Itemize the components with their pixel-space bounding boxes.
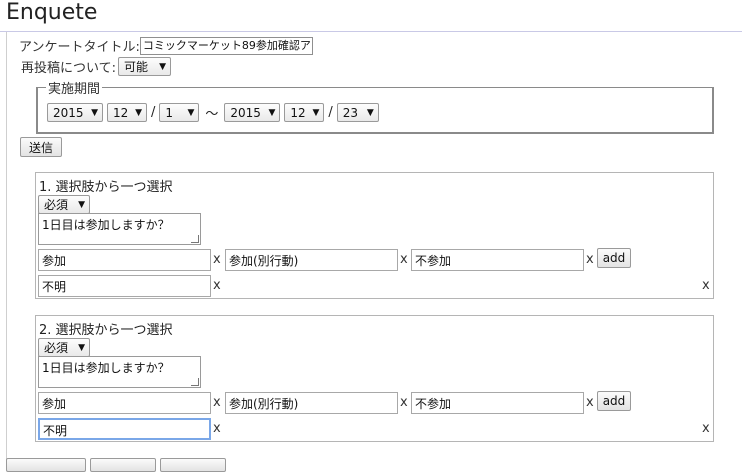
- option-input[interactable]: 参加(別行動): [225, 392, 398, 414]
- remove-option-button[interactable]: x: [213, 421, 221, 436]
- remove-option-button[interactable]: x: [213, 278, 221, 293]
- chevron-down-icon: ▼: [187, 107, 195, 118]
- survey-title-input[interactable]: コミックマーケット89参加確認ア: [139, 36, 313, 55]
- remove-option-button[interactable]: x: [400, 395, 408, 410]
- add-option-button[interactable]: add: [597, 391, 631, 411]
- resize-grip-icon[interactable]: [191, 378, 199, 386]
- option-input-focused[interactable]: 不明: [38, 418, 211, 440]
- resize-grip-icon[interactable]: [191, 235, 199, 243]
- remove-question-button[interactable]: x: [702, 278, 710, 293]
- period-row: 2015 ▼ 12 ▼ / 1 ▼ ～ 2015 ▼ 12 ▼ / 23 ▼: [47, 103, 379, 122]
- app-title: Enquete: [6, 0, 98, 25]
- option-input[interactable]: 参加: [38, 249, 211, 271]
- required-select[interactable]: 必須 ▼: [38, 195, 90, 214]
- question-textarea[interactable]: 1日目は参加しますか？: [38, 356, 201, 388]
- end-year-select[interactable]: 2015 ▼: [224, 103, 281, 122]
- option-input[interactable]: 不明: [38, 275, 211, 297]
- app-header: Enquete: [0, 0, 742, 32]
- repost-label: 再投稿について:: [21, 61, 116, 76]
- chevron-down-icon: ▼: [268, 107, 276, 118]
- option-input[interactable]: 参加(別行動): [225, 249, 398, 271]
- left-divider: [6, 32, 7, 464]
- survey-title-row: アンケートタイトル: コミックマーケット89参加確認ア: [19, 36, 313, 55]
- required-select[interactable]: 必須 ▼: [38, 338, 90, 357]
- chevron-down-icon: ▼: [159, 61, 166, 72]
- repost-select[interactable]: 可能 ▼: [118, 57, 171, 76]
- repost-row: 再投稿について: 可能 ▼: [21, 57, 171, 76]
- survey-title-label: アンケートタイトル:: [19, 40, 140, 55]
- question-card-1: 1. 選択肢から一つ選択 必須 ▼ 1日目は参加しますか？ 参加 x 参加(別行動…: [35, 172, 714, 299]
- question-card-2: 2. 選択肢から一つ選択 必須 ▼ 1日目は参加しますか？ 参加 x 参加(別行動…: [35, 315, 714, 442]
- remove-option-button[interactable]: x: [586, 252, 594, 267]
- end-month-select[interactable]: 12 ▼: [284, 103, 325, 122]
- remove-option-button[interactable]: x: [400, 252, 408, 267]
- bottom-button-1[interactable]: [6, 458, 86, 472]
- submit-button[interactable]: 送信: [20, 137, 62, 157]
- remove-question-button[interactable]: x: [702, 421, 710, 436]
- option-input[interactable]: 参加: [38, 392, 211, 414]
- bottom-button-2[interactable]: [90, 458, 156, 472]
- end-day-select[interactable]: 23 ▼: [336, 103, 379, 122]
- chevron-down-icon: ▼: [78, 199, 85, 210]
- range-tilde: ～: [205, 107, 219, 122]
- remove-option-button[interactable]: x: [586, 395, 594, 410]
- bottom-button-3[interactable]: [160, 458, 226, 472]
- period-legend: 実施期間: [48, 82, 101, 97]
- chevron-down-icon: ▼: [78, 342, 85, 353]
- option-input[interactable]: 不参加: [411, 392, 584, 414]
- chevron-down-icon: ▼: [312, 107, 320, 118]
- chevron-down-icon: ▼: [91, 107, 98, 118]
- bottom-toolbar: [6, 458, 226, 472]
- date-separator: /: [151, 105, 156, 120]
- date-separator: /: [328, 105, 333, 120]
- question-title: 2. 選択肢から一つ選択: [39, 323, 173, 338]
- question-textarea[interactable]: 1日目は参加しますか？: [38, 213, 201, 245]
- remove-option-button[interactable]: x: [213, 395, 221, 410]
- remove-option-button[interactable]: x: [213, 252, 221, 267]
- question-title: 1. 選択肢から一つ選択: [39, 180, 173, 195]
- chevron-down-icon: ▼: [135, 107, 142, 118]
- option-input[interactable]: 不参加: [411, 249, 584, 271]
- add-option-button[interactable]: add: [597, 248, 631, 268]
- start-day-select[interactable]: 1 ▼: [159, 103, 200, 122]
- start-year-select[interactable]: 2015 ▼: [47, 103, 103, 122]
- chevron-down-icon: ▼: [366, 107, 374, 118]
- start-month-select[interactable]: 12 ▼: [107, 103, 147, 122]
